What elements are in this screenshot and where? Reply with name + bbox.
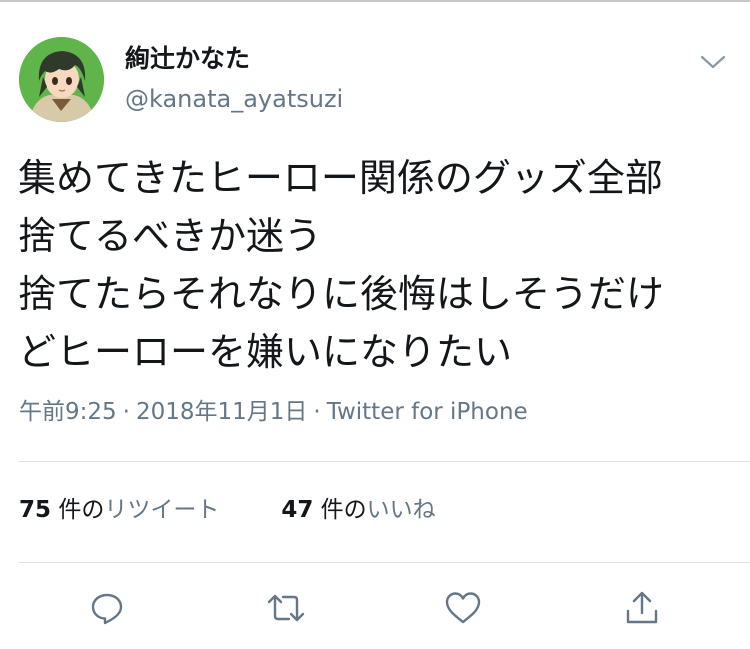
meta-separator: · <box>313 399 321 425</box>
tweet-date: 2018年11月1日 <box>135 399 308 425</box>
user-handle[interactable]: @kanata_ayatsuzi <box>125 84 343 114</box>
tweet-time: 午前9:25 <box>19 399 117 425</box>
like-count-link[interactable]: 47 件のいいね <box>281 495 435 525</box>
divider <box>19 461 750 462</box>
tweet-actions <box>0 588 750 628</box>
top-divider <box>0 0 750 2</box>
heart-icon <box>445 592 481 624</box>
retweet-icon <box>267 594 305 622</box>
reply-icon <box>91 593 123 625</box>
retweet-unit: 件の <box>58 497 105 523</box>
retweet-count-link[interactable]: 75 件のリツイート <box>19 495 219 525</box>
retweet-label: リツイート <box>104 497 220 523</box>
display-name[interactable]: 絢辻かなた <box>125 44 250 74</box>
like-label: いいね <box>366 497 436 523</box>
anime-character-avatar-icon <box>19 37 104 122</box>
retweet-count: 75 <box>19 497 52 523</box>
tweet-text: 集めてきたヒーロー関係のグッズ全部 捨てるべきか迷う 捨てたらそれなりに後悔はし… <box>18 156 665 374</box>
share-icon <box>626 591 658 624</box>
share-button[interactable] <box>622 588 662 628</box>
retweet-button[interactable] <box>266 588 306 628</box>
reply-button[interactable] <box>87 588 127 628</box>
tweet-meta: 午前9:25 · 2018年11月1日 · Twitter for iPhone <box>19 397 528 427</box>
like-count: 47 <box>281 497 314 523</box>
like-unit: 件の <box>320 497 367 523</box>
like-button[interactable] <box>443 588 483 628</box>
chevron-down-icon[interactable] <box>697 50 729 74</box>
meta-separator: · <box>122 399 130 425</box>
avatar[interactable] <box>19 37 104 122</box>
tweet-stats: 75 件のリツイート 47 件のいいね <box>19 495 436 525</box>
tweet-source[interactable]: Twitter for iPhone <box>327 399 528 425</box>
divider <box>19 562 750 563</box>
